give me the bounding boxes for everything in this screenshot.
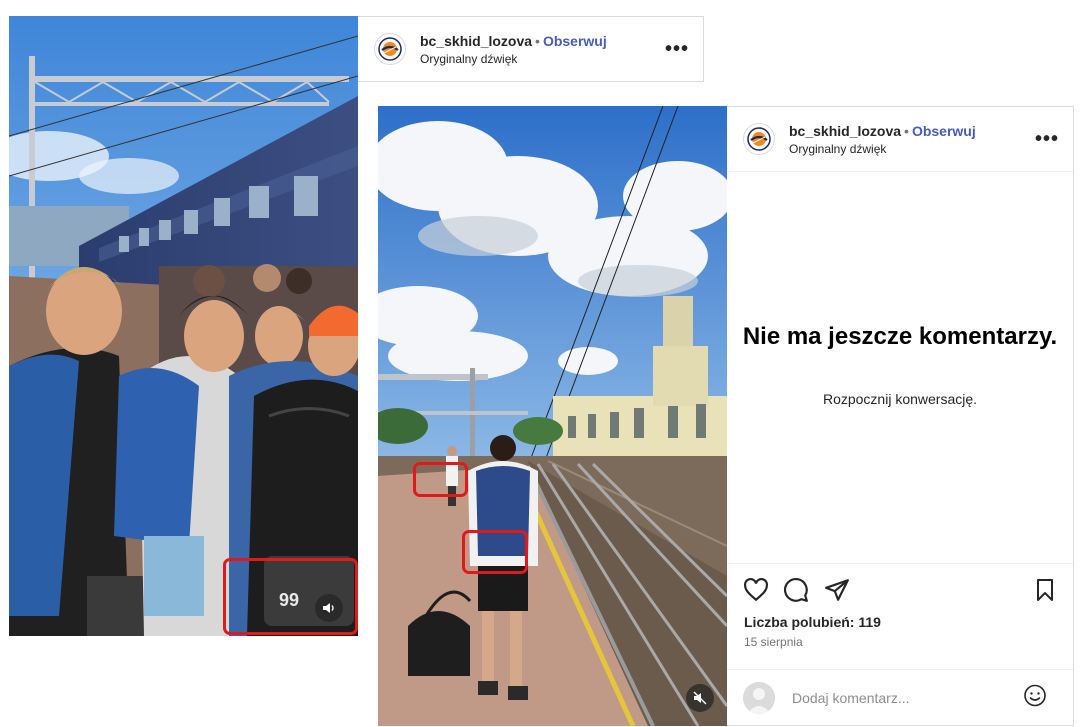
- heart-icon[interactable]: [743, 577, 769, 608]
- comment-input[interactable]: [790, 689, 1004, 707]
- left-post-header: bc_skhid_lozova • Obserwuj Oryginalny dźwi…: [358, 16, 704, 82]
- audio-label[interactable]: Oryginalny dźwięk: [420, 52, 607, 66]
- username[interactable]: bc_skhid_lozova: [420, 33, 532, 49]
- right-video-frame: [378, 106, 727, 726]
- speaker-muted-icon[interactable]: [686, 684, 714, 712]
- left-post-video[interactable]: 99: [9, 16, 358, 636]
- comment-icon[interactable]: [783, 577, 809, 608]
- more-options-icon[interactable]: •••: [1035, 129, 1059, 149]
- header-divider: [727, 171, 1073, 172]
- more-options-icon[interactable]: •••: [665, 39, 689, 59]
- follow-button[interactable]: Obserwuj: [912, 123, 976, 139]
- send-icon[interactable]: [824, 577, 850, 608]
- actions-divider: [727, 563, 1073, 564]
- separator-dot: •: [904, 122, 909, 139]
- highlight-box-left-backpack: [223, 558, 358, 635]
- user-avatar-icon: [743, 682, 775, 714]
- bookmark-icon[interactable]: [1033, 577, 1057, 608]
- team-logo-icon[interactable]: [743, 123, 775, 155]
- emoji-icon[interactable]: [1023, 684, 1047, 713]
- add-comment-row: [727, 669, 1073, 727]
- username[interactable]: bc_skhid_lozova: [789, 123, 901, 139]
- follow-button[interactable]: Obserwuj: [543, 33, 607, 49]
- post-date[interactable]: 15 sierpnia: [744, 635, 803, 649]
- highlight-box-backpack: [462, 530, 528, 574]
- action-bar: [743, 577, 1057, 605]
- no-comments-title: Nie ma jeszcze komentarzy.: [742, 323, 1058, 350]
- left-video-frame: [9, 16, 358, 636]
- team-logo-icon[interactable]: [374, 33, 406, 65]
- audio-label[interactable]: Oryginalny dźwięk: [789, 142, 976, 156]
- right-post-panel: bc_skhid_lozova • Obserwuj Oryginalny dźwi…: [727, 106, 1074, 726]
- likes-count[interactable]: Liczba polubień: 119: [744, 614, 881, 630]
- highlight-box-far-walker: [413, 462, 468, 497]
- separator-dot: •: [535, 32, 540, 49]
- right-post-video[interactable]: [378, 106, 727, 726]
- no-comments-subtitle: Rozpocznij konwersację.: [822, 391, 978, 407]
